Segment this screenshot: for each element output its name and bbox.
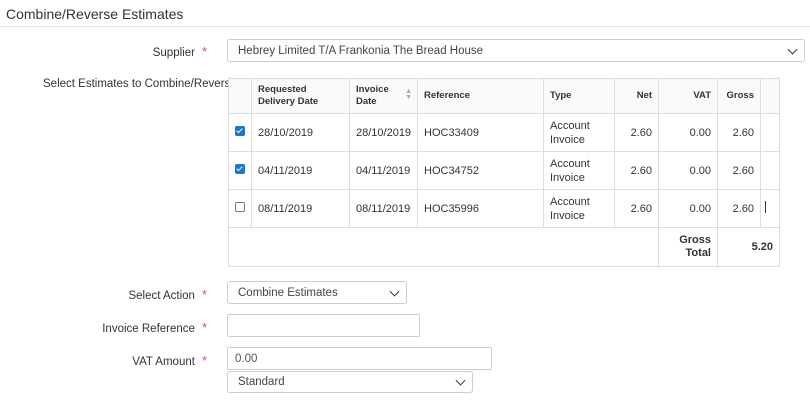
vat-amount-label: VAT Amount * <box>132 353 207 368</box>
title-divider <box>0 26 810 27</box>
vat-rate-value: Standard <box>238 376 285 388</box>
filler-cell <box>760 151 780 190</box>
column-header[interactable]: Gross <box>717 78 761 114</box>
invoice-reference-label: Invoice Reference * <box>102 320 207 335</box>
supplier-value: Hebrey Limited T/A Frankonia The Bread H… <box>238 44 484 57</box>
column-header[interactable]: Invoice Date ▲ ▼ <box>349 78 418 114</box>
supplier-label: Supplier * <box>152 44 207 59</box>
net-cell: 2.60 <box>614 151 659 190</box>
row-checkbox-cell[interactable] <box>228 113 252 152</box>
filler-cell <box>760 189 780 228</box>
chevron-down-icon <box>455 375 466 386</box>
reference-cell: HOC35996 <box>417 189 544 228</box>
column-header[interactable]: Requested Delivery Date <box>251 78 350 114</box>
column-header[interactable]: Net <box>614 78 659 114</box>
vat-cell: 0.00 <box>658 189 718 228</box>
type-cell: Account Invoice <box>543 189 615 228</box>
estimates-table: Requested Delivery Date Invoice Date ▲ ▼ R… <box>228 78 780 267</box>
vat-cell: 0.00 <box>658 113 718 152</box>
delivery-date-cell: 04/11/2019 <box>251 151 350 190</box>
total-spacer <box>228 227 659 267</box>
net-cell: 2.60 <box>614 113 659 152</box>
total-label: Gross Total <box>658 227 718 267</box>
select-column-header <box>228 78 252 114</box>
text-cursor-icon <box>765 200 766 213</box>
row-checkbox[interactable] <box>235 201 245 212</box>
row-checkbox-cell[interactable] <box>228 151 252 190</box>
net-cell: 2.60 <box>614 189 659 228</box>
required-marker: * <box>201 287 207 302</box>
invoice-date-cell: 28/10/2019 <box>349 113 418 152</box>
table-row: 04/11/2019 04/11/2019 HOC34752 Account I… <box>228 151 780 190</box>
gross-cell: 2.60 <box>717 151 761 190</box>
table-header-row: Requested Delivery Date Invoice Date ▲ ▼ R… <box>228 78 780 114</box>
chevron-down-icon <box>787 44 798 55</box>
vat-cell: 0.00 <box>658 151 718 190</box>
row-checkbox-cell[interactable] <box>228 189 252 228</box>
total-row: Gross Total 5.20 <box>228 227 780 267</box>
table-row: 08/11/2019 08/11/2019 HOC35996 Account I… <box>228 189 780 228</box>
row-checkbox[interactable] <box>235 163 245 174</box>
required-marker: * <box>201 44 207 59</box>
chevron-down-icon <box>389 286 400 297</box>
type-cell: Account Invoice <box>543 113 615 152</box>
column-header[interactable]: Type <box>543 78 615 114</box>
invoice-date-cell: 04/11/2019 <box>349 151 418 190</box>
column-header[interactable]: Reference <box>417 78 544 114</box>
select-action-label: Select Action * <box>128 287 207 302</box>
invoice-date-cell: 08/11/2019 <box>349 189 418 228</box>
action-select[interactable]: Combine Estimates <box>227 281 407 304</box>
gross-cell: 2.60 <box>717 189 761 228</box>
total-value: 5.20 <box>717 227 780 267</box>
required-marker: * <box>201 320 207 335</box>
reference-cell: HOC33409 <box>417 113 544 152</box>
gross-cell: 2.60 <box>717 113 761 152</box>
row-checkbox[interactable] <box>235 125 245 136</box>
reference-cell: HOC34752 <box>417 151 544 190</box>
supplier-select[interactable]: Hebrey Limited T/A Frankonia The Bread H… <box>227 39 805 62</box>
vat-rate-select[interactable]: Standard <box>227 371 473 393</box>
sort-icon: ▲ ▼ <box>405 88 412 101</box>
column-header[interactable]: VAT <box>658 78 718 114</box>
type-cell: Account Invoice <box>543 151 615 190</box>
invoice-reference-input[interactable] <box>227 314 420 337</box>
page-title: Combine/Reverse Estimates <box>6 6 184 22</box>
delivery-date-cell: 28/10/2019 <box>251 113 350 152</box>
required-marker: * <box>201 353 207 368</box>
estimates-label: Select Estimates to Combine/Reverse <box>43 78 237 90</box>
delivery-date-cell: 08/11/2019 <box>251 189 350 228</box>
vat-amount-input[interactable]: 0.00 <box>227 347 492 370</box>
table-row: 28/10/2019 28/10/2019 HOC33409 Account I… <box>228 113 780 152</box>
action-value: Combine Estimates <box>238 286 338 299</box>
filler-cell <box>760 113 780 152</box>
filler-column-header <box>760 78 780 114</box>
